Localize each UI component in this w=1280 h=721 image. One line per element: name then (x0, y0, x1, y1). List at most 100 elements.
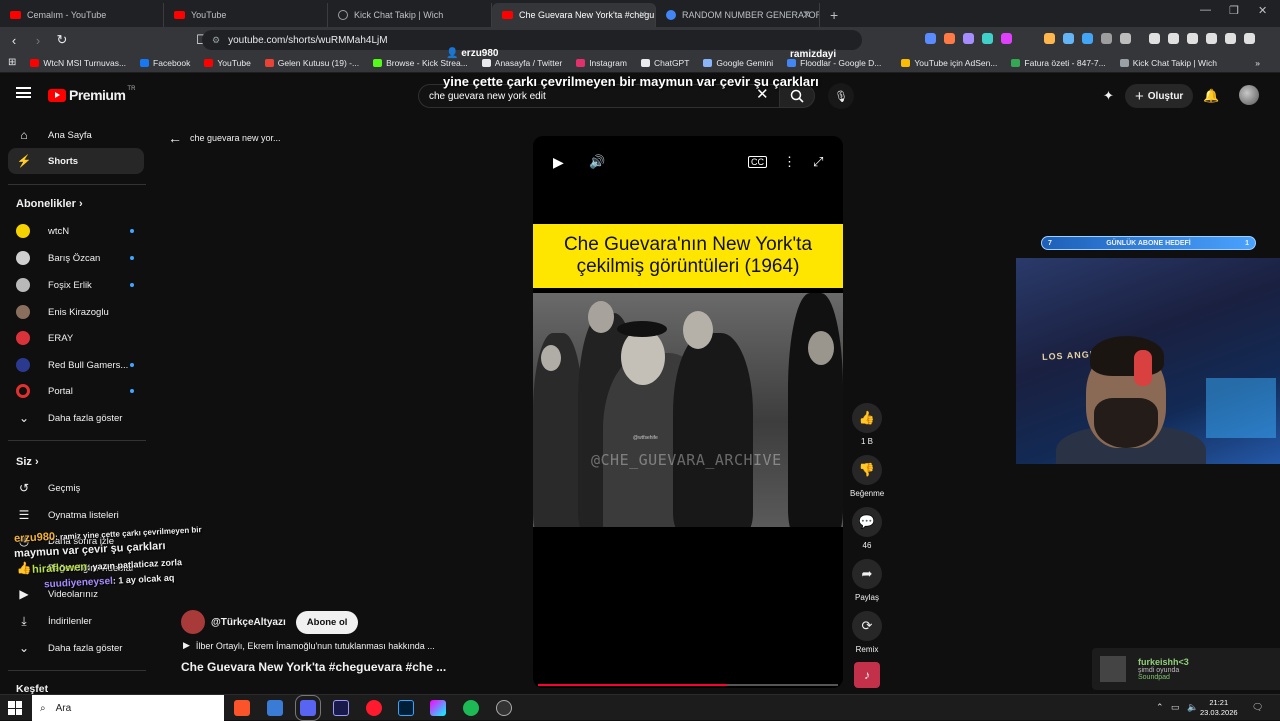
extension-icon[interactable] (944, 33, 955, 44)
back-icon[interactable]: ‹ (4, 33, 24, 48)
remix-button[interactable]: ⟳ Remix (850, 611, 884, 654)
bookmark-item[interactable]: WtcN MSI Turnuvas... (30, 58, 126, 68)
related-video-link[interactable]: ▶ İlber Ortaylı, Ekrem İmamoğlu'nun tutu… (183, 640, 435, 651)
bookmark-item[interactable]: Facebook (140, 58, 190, 68)
volume-icon[interactable]: 🔊 (589, 154, 605, 170)
extension-icon[interactable] (1101, 33, 1112, 44)
short-title[interactable]: Che Guevara New York'ta #cheguevara #che… (181, 660, 446, 674)
sidebar-item-subscription[interactable]: Red Bull Gamers... (8, 352, 144, 378)
minimize-icon[interactable]: — (1200, 4, 1211, 16)
sidebar-item-downloads[interactable]: ⤓ İndirilenler (8, 608, 144, 634)
account-avatar[interactable] (1239, 85, 1259, 105)
tray-overflow-icon[interactable]: ⌃ (1156, 702, 1164, 713)
channel-avatar[interactable] (181, 610, 205, 634)
menu-icon[interactable] (1244, 33, 1255, 44)
obs-icon[interactable] (496, 700, 512, 716)
bookmark-item[interactable]: Fatura özeti - 847-7... (1011, 58, 1106, 68)
bookmark-item[interactable]: ChatGPT (640, 58, 689, 68)
puzzle-icon[interactable] (1120, 33, 1131, 44)
opera-icon[interactable] (366, 700, 382, 716)
notification-center-icon[interactable]: 🗨 (1252, 702, 1263, 713)
premiere-icon[interactable] (333, 700, 349, 716)
extension-icon[interactable] (1063, 33, 1074, 44)
start-button[interactable] (8, 701, 22, 715)
brave-icon[interactable] (234, 700, 250, 716)
you-header[interactable]: Siz › (16, 456, 39, 468)
app-icon[interactable] (267, 700, 283, 716)
comments-button[interactable]: 💬 46 (850, 507, 884, 550)
ai-icon[interactable] (1206, 33, 1217, 44)
brave-shield-icon[interactable] (1225, 33, 1236, 44)
speaker-icon[interactable]: 🔈 (1187, 702, 1198, 713)
extension-icon[interactable] (982, 33, 993, 44)
youtube-logo[interactable]: Premium TR (48, 86, 135, 103)
extension-icon[interactable] (1082, 33, 1093, 44)
new-tab-button[interactable]: + (820, 3, 848, 27)
share-button[interactable]: ➦ Paylaş (850, 559, 884, 602)
progress-bar[interactable] (538, 684, 838, 686)
spotify-icon[interactable] (463, 700, 479, 716)
fullscreen-icon[interactable]: ⤢ (813, 154, 823, 170)
voice-search-button[interactable]: 🎙 (828, 83, 854, 109)
extension-icon[interactable] (925, 33, 936, 44)
clock[interactable]: 21:21 23.03.2026 (1200, 698, 1238, 718)
sidebar-item-playlists[interactable]: ☰ Oynatma listeleri (8, 502, 144, 528)
extension-icon[interactable] (963, 33, 974, 44)
like-button[interactable]: 👍 1 B (850, 403, 884, 446)
cast-icon[interactable]: ✦ (1103, 88, 1114, 104)
bookmark-item[interactable]: Kick Chat Takip | Wich (1119, 58, 1217, 68)
app-icon[interactable] (430, 700, 446, 716)
show-more-subscriptions[interactable]: ⌄ Daha fazla göster (8, 405, 144, 431)
back-to-search[interactable]: ← che guevara new yor... (168, 130, 281, 146)
sidebar-item-subscription[interactable]: Enis Kirazoglu (8, 299, 144, 325)
bookmark-item[interactable]: Gelen Kutusu (19) -... (264, 58, 359, 68)
sidebar-item-subscription[interactable]: Foşix Erlik (8, 272, 144, 298)
more-options-icon[interactable]: ⋮ (783, 154, 796, 170)
sidebar-item-history[interactable]: ↺ Geçmiş (8, 475, 144, 501)
media-icon[interactable] (1149, 33, 1160, 44)
forward-icon[interactable]: › (28, 33, 48, 48)
sidebar-item-shorts[interactable]: ⚡ Shorts (8, 148, 144, 174)
site-info-icon[interactable]: ⚙ (212, 35, 220, 46)
sidebar-item-subscription[interactable]: Portal (8, 378, 144, 404)
bookmark-item[interactable]: Instagram (576, 58, 627, 68)
sidebar-icon[interactable] (1168, 33, 1179, 44)
bookmark-item[interactable]: Anasayfa / Twitter (481, 58, 562, 68)
subscriptions-header[interactable]: Abonelikler › (16, 198, 83, 210)
sidebar-item-subscription[interactable]: wtcN (8, 218, 144, 244)
restore-icon[interactable]: ❐ (1229, 4, 1239, 17)
create-button[interactable]: + Oluştur (1125, 84, 1194, 108)
bookmarks-overflow-icon[interactable]: » (1255, 58, 1260, 68)
wallet-icon[interactable] (1187, 33, 1198, 44)
show-more-you[interactable]: ⌄ Daha fazla göster (8, 635, 144, 661)
sidebar-item-home[interactable]: ⌂ Ana Sayfa (8, 122, 144, 148)
play-icon[interactable]: ▶ (553, 154, 564, 171)
notifications-icon[interactable]: 🔔 (1203, 88, 1219, 104)
subscribe-button[interactable]: Abone ol (295, 610, 359, 634)
tab-che-guevara[interactable]: Che Guevara New York'ta #chegu ✕ (492, 3, 656, 27)
apps-icon[interactable]: ⊞ (8, 57, 16, 68)
taskbar-search[interactable]: ⌕ Ara (32, 695, 224, 721)
shorts-player[interactable]: ▶ 🔊 CC ⋮ ⤢ Che Guevara'nın New York'ta ç… (533, 136, 843, 688)
extension-icon[interactable] (1001, 33, 1012, 44)
menu-icon[interactable] (16, 87, 31, 98)
tab-random-number[interactable]: RANDOM NUMBER GENERATOR - G✕ (656, 3, 820, 27)
photoshop-icon[interactable] (398, 700, 414, 716)
captions-icon[interactable]: CC (748, 156, 767, 168)
sound-thumbnail[interactable]: ♪ (854, 662, 880, 688)
tab-kick-chat[interactable]: Kick Chat Takip | Wich (328, 3, 492, 27)
close-tab-icon[interactable]: ✕ (803, 10, 811, 21)
tab-youtube[interactable]: YouTube (164, 3, 328, 27)
sidebar-item-subscription[interactable]: Barış Özcan (8, 245, 144, 271)
tab-cemalim[interactable]: Cemalım - YouTube (0, 3, 164, 27)
bookmark-item[interactable]: YouTube (204, 58, 251, 68)
sidebar-item-subscription[interactable]: ERAY (8, 325, 144, 351)
close-tab-icon[interactable]: ✕ (639, 10, 647, 21)
reload-icon[interactable]: ↻ (52, 32, 72, 48)
network-icon[interactable]: ▭ (1171, 702, 1180, 713)
discord-icon[interactable] (295, 695, 321, 721)
bookmark-item[interactable]: Browse - Kick Strea... (373, 58, 468, 68)
close-window-icon[interactable]: ✕ (1258, 4, 1267, 17)
dislike-button[interactable]: 👎 Beğenme (850, 455, 884, 498)
address-bar[interactable]: ⚙ youtube.com/shorts/wuRMMah4LjM (202, 30, 862, 50)
